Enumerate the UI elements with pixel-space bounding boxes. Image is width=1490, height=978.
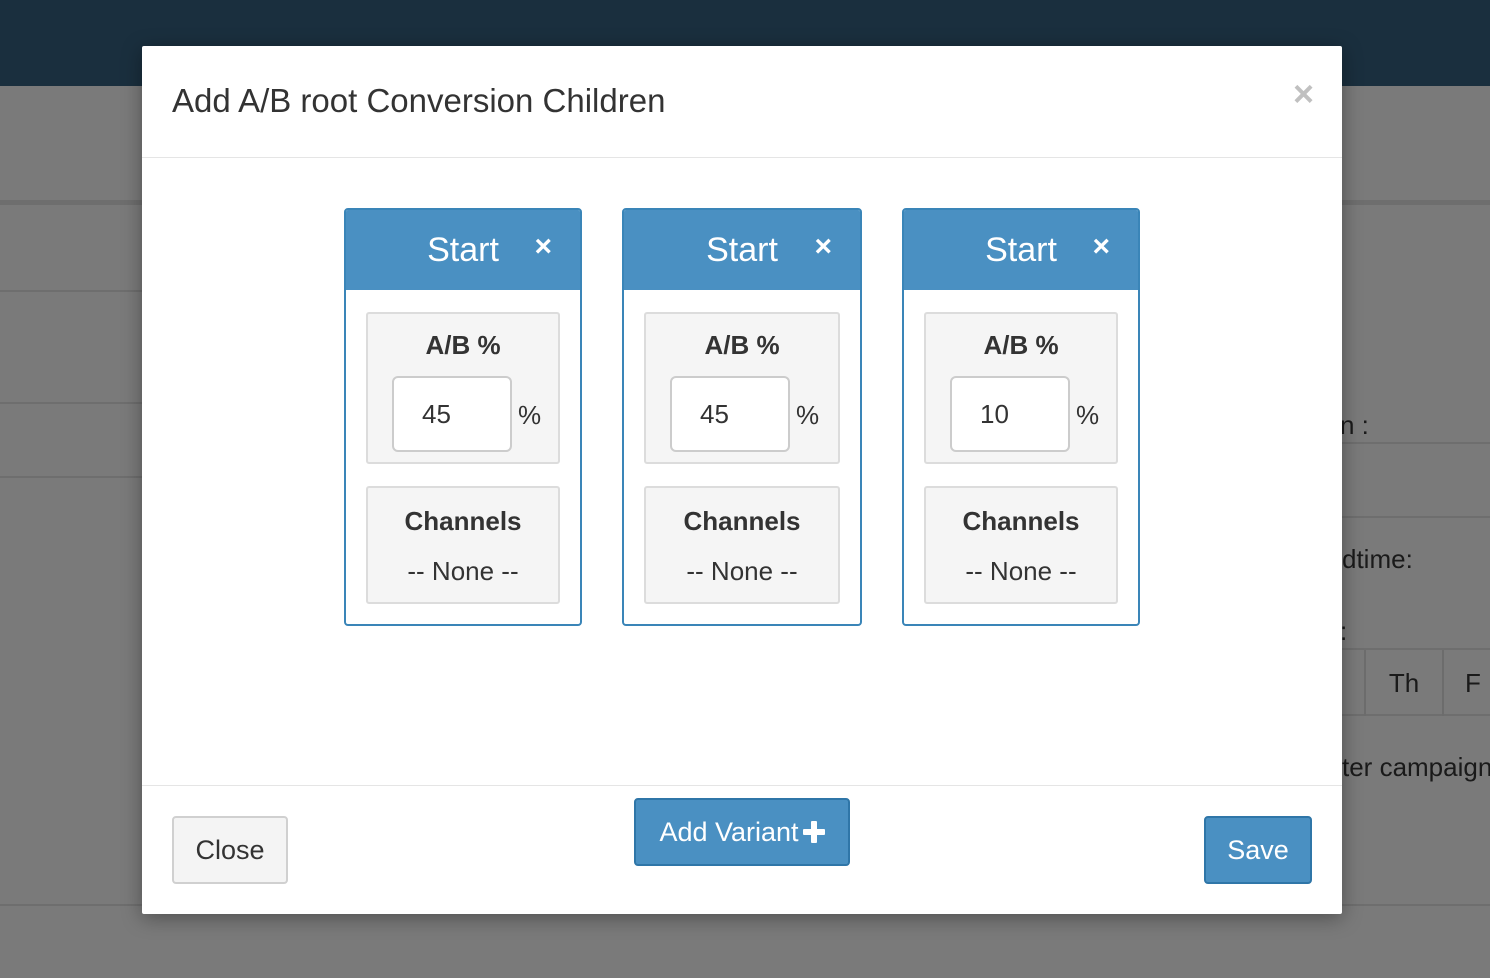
modal-header: Add A/B root Conversion Children × <box>142 46 1342 158</box>
ab-percent-input[interactable] <box>392 376 512 452</box>
variant-title: Start <box>985 230 1057 269</box>
background-label: n : <box>1340 410 1369 440</box>
variant-header: Start × <box>904 210 1138 290</box>
add-ab-children-modal: Add A/B root Conversion Children × Start… <box>142 46 1342 914</box>
background-divider <box>1342 516 1490 518</box>
ab-percent-input[interactable] <box>670 376 790 452</box>
modal-body: Start × A/B % % Channels -- None -- Star… <box>142 158 1342 866</box>
ab-percent-group: A/B % % <box>366 312 560 464</box>
ab-percent-label: A/B % <box>425 330 501 360</box>
remove-variant-icon[interactable]: × <box>814 230 832 264</box>
variant-card: Start × A/B % % Channels -- None -- <box>344 208 582 626</box>
variant-header: Start × <box>346 210 580 290</box>
background-divider <box>0 476 142 478</box>
modal-title: Add A/B root Conversion Children <box>172 82 666 119</box>
modal-footer: Close Save <box>142 786 1342 912</box>
remove-variant-icon[interactable]: × <box>1092 230 1110 264</box>
channels-value[interactable]: -- None -- <box>368 556 558 587</box>
ab-percent-label: A/B % <box>983 330 1059 360</box>
percent-sign: % <box>518 400 542 430</box>
percent-sign: % <box>1076 400 1100 430</box>
channels-label: Channels <box>683 506 801 536</box>
background-day-column: Th <box>1364 650 1442 716</box>
background-divider <box>1342 442 1490 444</box>
ab-percent-group: A/B % % <box>924 312 1118 464</box>
variant-card: Start × A/B % % Channels -- None -- <box>622 208 862 626</box>
variant-title: Start <box>427 230 499 269</box>
variant-title: Start <box>706 230 778 269</box>
channels-label: Channels <box>962 506 1080 536</box>
ab-percent-group: A/B % % <box>644 312 840 464</box>
remove-variant-icon[interactable]: × <box>534 230 552 264</box>
background-divider <box>0 402 142 404</box>
background-divider <box>0 290 142 292</box>
background-label: ter campaign <box>1342 752 1490 782</box>
close-button[interactable]: Close <box>172 816 288 884</box>
channels-label: Channels <box>404 506 522 536</box>
channels-group[interactable]: Channels -- None -- <box>924 486 1118 604</box>
ab-percent-label: A/B % <box>704 330 780 360</box>
variant-card: Start × A/B % % Channels -- None -- <box>902 208 1140 626</box>
background-day-column: F <box>1442 650 1490 716</box>
background-label: dtime: <box>1342 544 1413 574</box>
channels-value[interactable]: -- None -- <box>926 556 1116 587</box>
close-icon[interactable]: × <box>1293 76 1314 112</box>
channels-value[interactable]: -- None -- <box>646 556 838 587</box>
percent-sign: % <box>796 400 820 430</box>
channels-group[interactable]: Channels -- None -- <box>644 486 840 604</box>
variant-header: Start × <box>624 210 860 290</box>
channels-group[interactable]: Channels -- None -- <box>366 486 560 604</box>
ab-percent-input[interactable] <box>950 376 1070 452</box>
save-button[interactable]: Save <box>1204 816 1312 884</box>
